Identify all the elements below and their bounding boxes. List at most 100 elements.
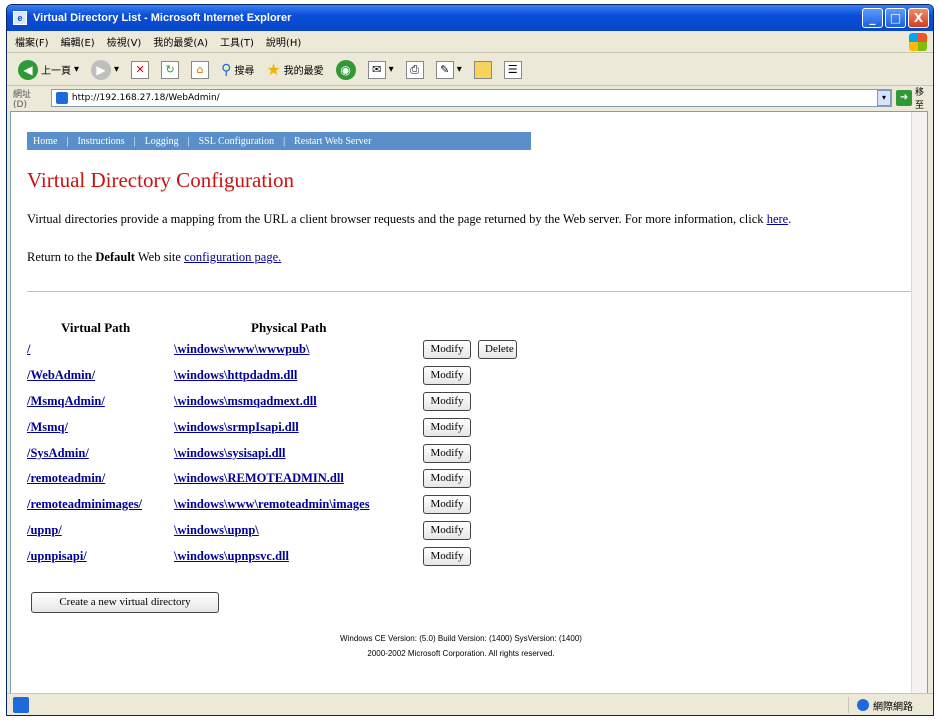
address-url: http://192.168.27.18/WebAdmin/ bbox=[71, 93, 220, 103]
physical-path-link[interactable]: \windows\upnpsvc.dll bbox=[174, 549, 289, 564]
nav-separator: | bbox=[66, 135, 69, 147]
folder-button[interactable] bbox=[471, 57, 495, 83]
home-button[interactable]: ⌂ bbox=[188, 57, 212, 83]
modify-button[interactable]: Modify bbox=[423, 521, 471, 540]
nav-logging[interactable]: Logging bbox=[145, 136, 179, 147]
table-row: /Msmq/ \windows\srmpIsapi.dll Modify bbox=[11, 415, 571, 439]
return-prefix: Return to the bbox=[27, 250, 96, 264]
physical-path-link[interactable]: \windows\REMOTEADMIN.dll bbox=[174, 471, 344, 486]
favorites-button[interactable]: ★ 我的最愛 bbox=[263, 57, 326, 83]
print-button[interactable]: ⎙ bbox=[403, 57, 427, 83]
stop-button[interactable]: ✕ bbox=[128, 57, 152, 83]
menu-favorites[interactable]: 我的最愛(A) bbox=[153, 34, 208, 49]
configuration-page-link[interactable]: configuration page. bbox=[184, 250, 281, 264]
favorites-label: 我的最愛 bbox=[283, 66, 324, 77]
nav-instructions[interactable]: Instructions bbox=[77, 136, 124, 147]
physical-path-link[interactable]: \windows\www\remoteadmin\images bbox=[174, 497, 370, 512]
back-button[interactable]: ◀ 上一頁 ▾ bbox=[15, 57, 82, 83]
modify-button[interactable]: Modify bbox=[423, 366, 471, 385]
search-button[interactable]: ⚲ 搜尋 bbox=[218, 57, 257, 83]
table-row: /upnpisapi/ \windows\upnpsvc.dll Modify bbox=[11, 544, 571, 568]
print-icon: ⎙ bbox=[405, 60, 424, 79]
window-title: Virtual Directory List - Microsoft Inter… bbox=[33, 12, 292, 24]
page-title: Virtual Directory Configuration bbox=[27, 168, 295, 192]
vertical-scrollbar[interactable] bbox=[911, 112, 927, 694]
intro-body: Virtual directories provide a mapping fr… bbox=[27, 212, 767, 226]
nav-bar: Home | Instructions | Logging | SSL Conf… bbox=[27, 132, 531, 150]
address-dropdown-button[interactable]: ▾ bbox=[877, 90, 892, 106]
nav-restart-web-server[interactable]: Restart Web Server bbox=[294, 136, 371, 147]
here-link[interactable]: here bbox=[767, 212, 789, 226]
maximize-button[interactable]: □ bbox=[885, 8, 906, 28]
menu-bar: 檔案(F) 編輯(E) 檢視(V) 我的最愛(A) 工具(T) 說明(H) bbox=[7, 31, 933, 53]
internet-zone-icon bbox=[857, 699, 869, 711]
close-button[interactable]: X bbox=[908, 8, 929, 28]
virtual-path-link[interactable]: /upnp/ bbox=[27, 523, 62, 538]
virtual-path-link[interactable]: /remoteadminimages/ bbox=[27, 497, 142, 512]
create-virtual-directory-button[interactable]: Create a new virtual directory bbox=[31, 592, 219, 613]
table-row: /WebAdmin/ \windows\httpdadm.dll Modify bbox=[11, 363, 571, 387]
menu-tools[interactable]: 工具(T) bbox=[220, 34, 254, 49]
physical-path-link[interactable]: \windows\upnp\ bbox=[174, 523, 259, 538]
menu-edit[interactable]: 編輯(E) bbox=[61, 34, 95, 49]
physical-path-link[interactable]: \windows\msmqadmext.dll bbox=[174, 394, 317, 409]
minimize-button[interactable]: _ bbox=[862, 8, 883, 28]
virtual-path-link[interactable]: /WebAdmin/ bbox=[27, 368, 95, 383]
search-icon: ⚲ bbox=[221, 61, 232, 78]
modify-button[interactable]: Modify bbox=[423, 340, 471, 359]
virtual-path-link[interactable]: /Msmq/ bbox=[27, 420, 68, 435]
modify-button[interactable]: Modify bbox=[423, 392, 471, 411]
modify-button[interactable]: Modify bbox=[423, 418, 471, 437]
star-icon: ★ bbox=[266, 60, 281, 79]
virtual-path-link[interactable]: /upnpisapi/ bbox=[27, 549, 87, 564]
menu-file[interactable]: 檔案(F) bbox=[15, 34, 49, 49]
address-input[interactable]: http://192.168.27.18/WebAdmin/ ▾ bbox=[50, 89, 893, 107]
toolbar: ◀ 上一頁 ▾ ▶ ▾ ✕ ↻ ⌂ ⚲ 搜尋 ★ 我的最愛 ◉ ✉ ▾ ⎙ ✎ ▾ … bbox=[7, 54, 933, 86]
modify-button[interactable]: Modify bbox=[423, 547, 471, 566]
delete-button[interactable]: Delete bbox=[478, 340, 517, 359]
footer-version: Windows CE Version: (5.0) Build Version:… bbox=[340, 634, 582, 643]
media-button[interactable]: ◉ bbox=[333, 57, 359, 83]
media-icon: ◉ bbox=[335, 59, 356, 80]
physical-path-link[interactable]: \windows\www\wwwpub\ bbox=[174, 342, 309, 357]
virtual-path-header: Virtual Path bbox=[61, 320, 131, 335]
status-bar: 網際網路 bbox=[7, 693, 933, 715]
refresh-icon: ↻ bbox=[161, 60, 180, 79]
back-label: 上一頁 bbox=[41, 66, 71, 77]
default-site-name: Default bbox=[95, 250, 135, 264]
mail-button[interactable]: ✉ ▾ bbox=[365, 57, 397, 83]
go-button[interactable]: ➜ 移至 bbox=[896, 85, 933, 111]
zone-label: 網際網路 bbox=[873, 701, 913, 713]
modify-button[interactable]: Modify bbox=[423, 495, 471, 514]
refresh-button[interactable]: ↻ bbox=[158, 57, 182, 83]
address-bar: 網址(D) http://192.168.27.18/WebAdmin/ ▾ ➜… bbox=[7, 85, 933, 111]
menu-view[interactable]: 檢視(V) bbox=[107, 34, 142, 49]
modify-button[interactable]: Modify bbox=[423, 469, 471, 488]
nav-separator: | bbox=[133, 135, 136, 147]
nav-separator: | bbox=[187, 135, 190, 147]
menu-help[interactable]: 說明(H) bbox=[266, 34, 301, 49]
physical-path-link[interactable]: \windows\sysisapi.dll bbox=[174, 446, 286, 461]
virtual-path-link[interactable]: /remoteadmin/ bbox=[27, 471, 105, 486]
footer-copyright: 2000-2002 Microsoft Corporation. All rig… bbox=[367, 649, 555, 658]
nav-separator: | bbox=[283, 135, 286, 147]
chevron-down-icon: ▾ bbox=[388, 64, 394, 75]
page-viewport: Home | Instructions | Logging | SSL Conf… bbox=[10, 111, 928, 695]
virtual-path-link[interactable]: /SysAdmin/ bbox=[27, 446, 89, 461]
messenger-button[interactable]: ☰ bbox=[501, 57, 525, 83]
virtual-path-link[interactable]: /MsmqAdmin/ bbox=[27, 394, 105, 409]
folder-icon bbox=[473, 60, 492, 79]
title-bar[interactable]: e Virtual Directory List - Microsoft Int… bbox=[7, 5, 933, 31]
return-mid: Web site bbox=[134, 250, 185, 264]
virtual-path-link[interactable]: / bbox=[27, 342, 30, 357]
physical-path-link[interactable]: \windows\srmpIsapi.dll bbox=[174, 420, 299, 435]
table-row: / \windows\www\wwwpub\ Modify Delete bbox=[11, 337, 571, 361]
nav-ssl-configuration[interactable]: SSL Configuration bbox=[199, 136, 274, 147]
chevron-down-icon: ▾ bbox=[114, 64, 120, 75]
modify-button[interactable]: Modify bbox=[423, 444, 471, 463]
physical-path-link[interactable]: \windows\httpdadm.dll bbox=[174, 368, 297, 383]
forward-button[interactable]: ▶ ▾ bbox=[88, 57, 122, 83]
edit-button[interactable]: ✎ ▾ bbox=[433, 57, 465, 83]
nav-home[interactable]: Home bbox=[33, 136, 57, 147]
go-label: 移至 bbox=[915, 88, 925, 111]
